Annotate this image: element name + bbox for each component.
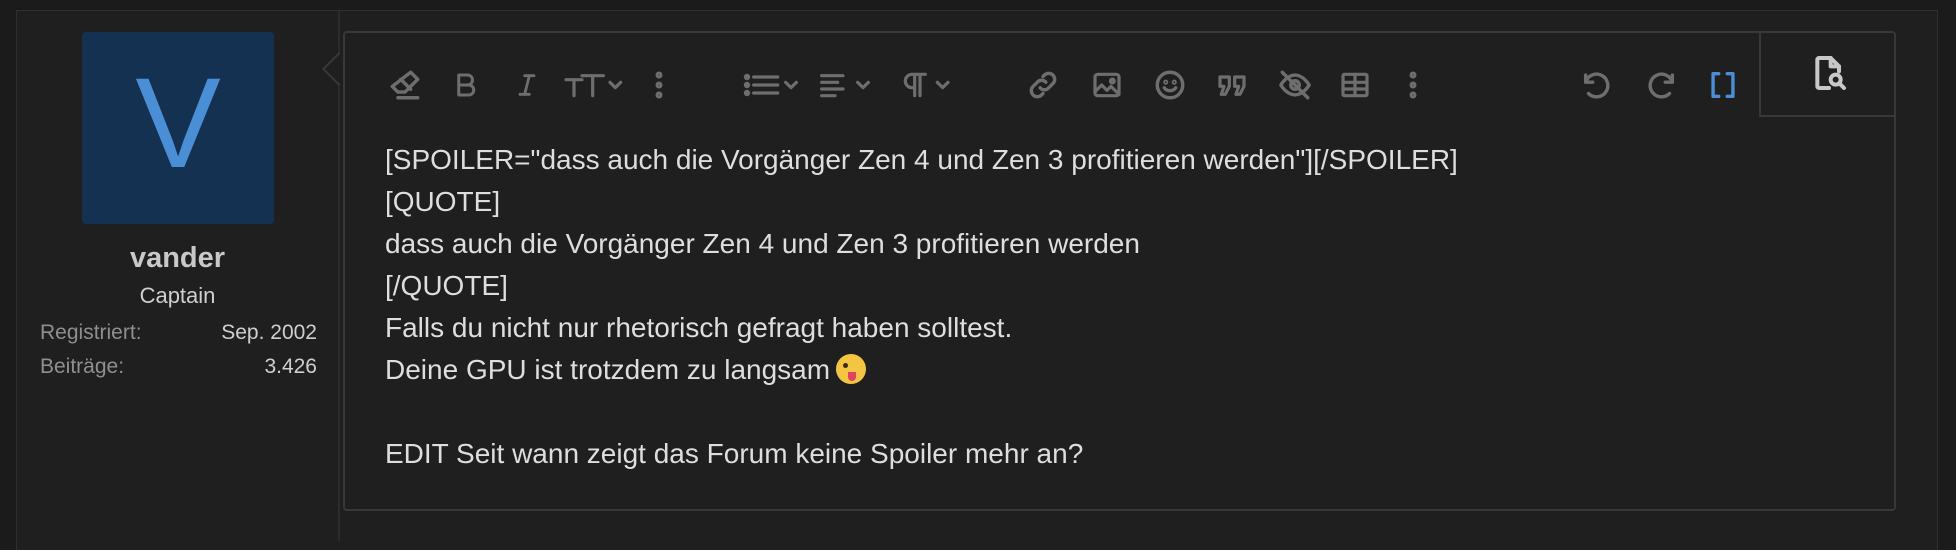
list-icon[interactable] xyxy=(741,65,801,105)
text-size-icon[interactable] xyxy=(563,65,625,105)
avatar[interactable]: V xyxy=(82,32,274,224)
text-line: Falls du nicht nur rhetorisch gefragt ha… xyxy=(385,312,1013,343)
text-line: Deine GPU ist trotzdem zu langsam xyxy=(385,354,831,385)
redo-icon[interactable] xyxy=(1641,65,1681,105)
italic-icon[interactable] xyxy=(509,65,545,105)
text-line-with-emoji: Deine GPU ist trotzdem zu langsam xyxy=(385,349,1734,391)
message-editor[interactable]: [SPOILER="dass auch die Vorgänger Zen 4 … xyxy=(343,31,1896,511)
preview-button[interactable] xyxy=(1759,31,1896,117)
paragraph-icon[interactable] xyxy=(900,65,956,105)
undo-icon[interactable] xyxy=(1577,65,1617,105)
text-line: [/QUOTE] xyxy=(385,270,508,301)
stat-label: Beiträge: xyxy=(40,355,125,378)
more-vertical-icon[interactable] xyxy=(649,65,669,105)
preview-icon xyxy=(1814,56,1846,90)
image-icon[interactable] xyxy=(1087,65,1127,105)
text-line: dass auch die Vorgänger Zen 4 und Zen 3 … xyxy=(385,228,1140,259)
winking-face-with-tongue-emoji xyxy=(836,354,867,384)
table-icon[interactable] xyxy=(1335,65,1375,105)
text-line: [QUOTE] xyxy=(385,186,501,217)
smiley-icon[interactable] xyxy=(1150,65,1190,105)
bbcode-toggle-icon[interactable] xyxy=(1703,65,1743,105)
text-line xyxy=(385,391,1734,433)
stat-value: Sep. 2002 xyxy=(221,321,317,344)
bold-icon[interactable] xyxy=(445,65,485,105)
link-icon[interactable] xyxy=(1023,65,1063,105)
text-line: [SPOILER="dass auch die Vorgänger Zen 4 … xyxy=(385,144,1458,175)
eraser-icon[interactable] xyxy=(383,65,427,105)
spoiler-icon[interactable] xyxy=(1273,65,1317,105)
more-vertical-icon[interactable] xyxy=(1403,65,1423,105)
user-info-panel: V vander Captain Registriert: Sep. 2002 … xyxy=(17,11,340,541)
avatar-letter: V xyxy=(135,52,221,195)
user-title: Captain xyxy=(139,283,216,308)
username[interactable]: vander xyxy=(17,242,338,275)
align-icon[interactable] xyxy=(817,65,877,105)
editor-text-area[interactable]: [SPOILER="dass auch die Vorgänger Zen 4 … xyxy=(385,139,1734,475)
stat-value: 3.426 xyxy=(264,355,317,378)
quote-icon[interactable] xyxy=(1211,65,1253,105)
stat-label: Registriert: xyxy=(40,321,142,344)
text-line: EDIT Seit wann zeigt das Forum keine Spo… xyxy=(385,438,1084,469)
